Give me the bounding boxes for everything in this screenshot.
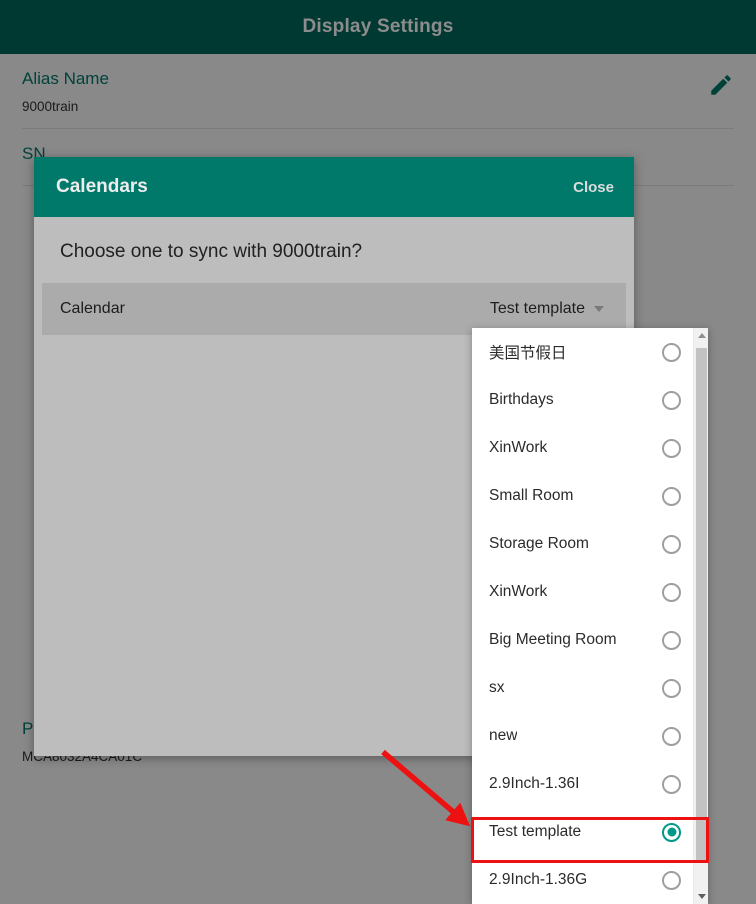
radio-button[interactable]: [662, 486, 681, 506]
radio-button[interactable]: [662, 438, 681, 458]
list-item[interactable]: XinWork: [472, 568, 693, 616]
list-item[interactable]: Storage Room: [472, 520, 693, 568]
dropdown-scrollbar[interactable]: [693, 328, 708, 904]
list-item[interactable]: sx: [472, 664, 693, 712]
list-item-label: Storage Room: [489, 535, 589, 552]
list-item-label: 2.9Inch-1.36G: [489, 871, 588, 888]
list-item-label: Big Meeting Room: [489, 631, 617, 648]
list-item[interactable]: Big Meeting Room: [472, 616, 693, 664]
radio-button[interactable]: [662, 630, 681, 650]
list-item[interactable]: Small Room: [472, 472, 693, 520]
radio-button[interactable]: [662, 870, 681, 890]
scrollbar-thumb[interactable]: [696, 348, 707, 862]
list-item[interactable]: 美国节假日: [472, 328, 693, 376]
radio-button[interactable]: [662, 678, 681, 698]
list-item-label: Test template: [489, 823, 582, 840]
radio-button[interactable]: [662, 534, 681, 554]
chevron-down-icon: [594, 306, 604, 312]
radio-button[interactable]: [662, 342, 681, 362]
list-item-label: sx: [489, 679, 505, 696]
list-item[interactable]: new: [472, 712, 693, 760]
dialog-title: Calendars: [56, 176, 148, 197]
list-item-label: 美国节假日: [489, 345, 567, 362]
calendar-row-value: Test template: [489, 300, 585, 317]
dialog-question: Choose one to sync with 9000train?: [60, 241, 363, 262]
list-item[interactable]: Test template: [472, 808, 693, 856]
list-item-label: Birthdays: [489, 391, 554, 408]
close-button[interactable]: Close: [573, 179, 614, 196]
calendar-dropdown-list: 美国节假日 Birthdays XinWork Small Room Storage R…: [472, 328, 693, 904]
list-item[interactable]: 2.9Inch-1.36G: [472, 856, 693, 904]
list-item-label: Small Room: [489, 487, 574, 504]
list-item-label: XinWork: [489, 439, 548, 456]
scroll-up-arrow-icon[interactable]: [694, 328, 709, 343]
dialog-header: Calendars Close: [34, 157, 634, 217]
radio-button[interactable]: [662, 582, 681, 602]
screen-root: Display Settings Alias Name 9000train SN…: [0, 0, 756, 904]
list-item-label: XinWork: [489, 583, 548, 600]
radio-button[interactable]: [662, 774, 681, 794]
radio-button[interactable]: [662, 726, 681, 746]
calendar-dropdown-popup: 美国节假日 Birthdays XinWork Small Room Storage R…: [472, 328, 708, 904]
radio-button[interactable]: [662, 390, 681, 410]
list-item[interactable]: Birthdays: [472, 376, 693, 424]
scroll-down-arrow-icon[interactable]: [694, 889, 709, 904]
list-item[interactable]: 2.9Inch-1.36I: [472, 760, 693, 808]
list-item[interactable]: XinWork: [472, 424, 693, 472]
calendar-row-value-wrap[interactable]: Test template: [490, 300, 604, 318]
list-item-label: new: [489, 727, 518, 744]
calendar-row-label: Calendar: [60, 300, 125, 317]
radio-button-selected[interactable]: [662, 822, 681, 842]
list-item-label: 2.9Inch-1.36I: [489, 775, 580, 792]
